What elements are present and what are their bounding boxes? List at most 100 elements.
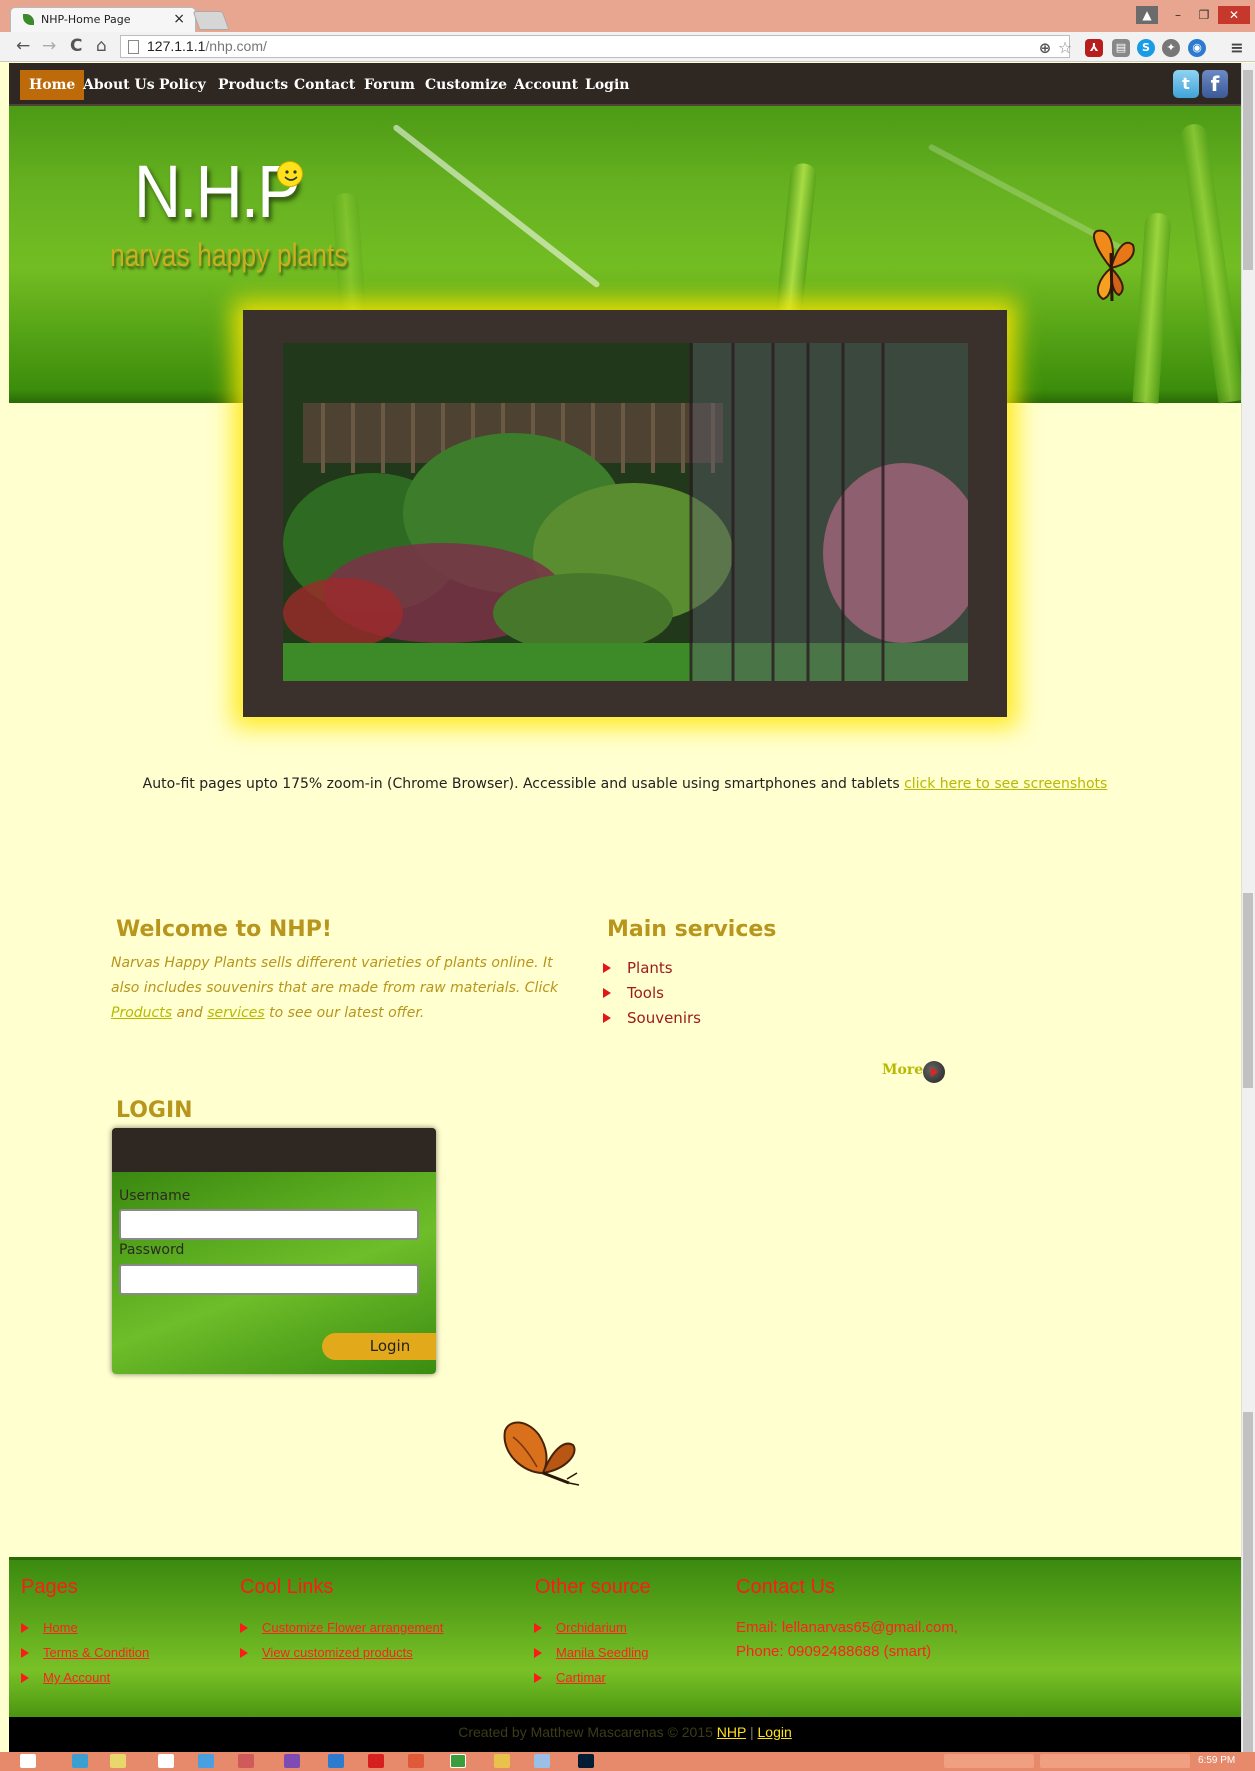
red-arrow-icon [240,1623,248,1633]
document-icon[interactable]: ▤ [1112,39,1130,57]
app-icon[interactable] [494,1754,510,1768]
system-tray[interactable] [1040,1754,1190,1768]
reload-icon[interactable]: C [70,36,82,56]
forward-arrow-icon[interactable]: → [42,36,56,56]
footer-link-customize[interactable]: Customize Flower arrangement [238,1615,443,1640]
footer-link-orchidarium[interactable]: Orchidarium [532,1615,649,1640]
zoom-icon[interactable]: ⊕ [1036,39,1054,57]
credits-text: Created by Matthew Mascarenas © 2015 [458,1724,717,1740]
footer-link-my-account[interactable]: My Account [19,1665,149,1690]
footer-pages-list: Home Terms & Condition My Account [19,1615,149,1690]
app-icon[interactable] [198,1754,214,1768]
red-arrow-icon [534,1623,542,1633]
url-host: 127.1.1.1 [147,38,206,54]
footer-link-manila-seedling[interactable]: Manila Seedling [532,1640,649,1665]
app-icon[interactable] [534,1754,550,1768]
photoshop-icon[interactable] [578,1754,594,1768]
clock: 6:59 PM [1198,1755,1236,1766]
puzzle-icon[interactable]: ✦ [1162,39,1180,57]
home-icon[interactable]: ⌂ [96,36,107,56]
maximize-button[interactable]: ❐ [1192,6,1216,24]
globe-icon[interactable]: ◉ [1188,39,1206,57]
tab-close-icon[interactable]: × [173,11,185,27]
scrollbar-thumb[interactable] [1243,893,1253,1088]
red-arrow-icon [603,963,611,973]
new-tab-button[interactable] [192,11,230,30]
back-arrow-icon[interactable]: ← [16,36,30,56]
products-link[interactable]: Products [111,1005,172,1021]
password-label: Password [119,1242,185,1258]
credits-separator: | [746,1724,758,1740]
menu-icon[interactable]: ≡ [1228,39,1246,57]
credits-login-link[interactable]: Login [758,1724,792,1740]
start-icon[interactable] [20,1754,36,1768]
contact-email: Email: lellanarvas65@gmail.com, [736,1619,958,1636]
service-item-tools[interactable]: Tools [603,981,701,1006]
footer-link-view-customized[interactable]: View customized products [238,1640,443,1665]
nav-forum[interactable]: Forum [355,70,424,100]
footer-link-label: Manila Seedling [556,1645,649,1660]
footer: Pages Home Terms & Condition My Account … [9,1557,1241,1717]
footer-heading-other-source: Other source [535,1576,651,1598]
nav-policy[interactable]: Policy [150,70,215,100]
red-arrow-icon [21,1623,29,1633]
page-icon [128,40,139,54]
pdf-icon[interactable]: ⅄ [1085,39,1103,57]
password-input[interactable] [119,1264,419,1295]
app-icon[interactable] [408,1754,424,1768]
services-link[interactable]: services [207,1005,264,1021]
footer-heading-contact: Contact Us [736,1576,835,1598]
nav-login[interactable]: Login [576,70,638,100]
garden-slide-image[interactable] [283,343,968,681]
minimize-button[interactable]: – [1166,6,1190,24]
opera-icon[interactable] [368,1754,384,1768]
folder-icon[interactable] [110,1754,126,1768]
scrollbar-thumb[interactable] [1243,1412,1253,1752]
services-list: Plants Tools Souvenirs [603,956,701,1031]
grass-streak [392,123,601,289]
nav-contact[interactable]: Contact [285,70,364,100]
more-arrow-icon[interactable] [923,1061,945,1083]
more-link[interactable]: More [882,1062,923,1078]
twitter-icon[interactable]: t [1173,70,1199,98]
scrollbar-thumb[interactable] [1243,70,1253,270]
footer-link-terms[interactable]: Terms & Condition [19,1640,149,1665]
username-input[interactable] [119,1209,419,1240]
footer-heading-pages: Pages [21,1576,78,1598]
paint-icon[interactable] [238,1754,254,1768]
service-item-plants[interactable]: Plants [603,956,701,981]
nav-customize[interactable]: Customize [416,70,516,100]
screenshots-link[interactable]: click here to see screenshots [904,776,1107,792]
leaf-favicon-icon [23,14,34,25]
home-app-icon[interactable] [158,1754,174,1768]
browser-toolbar: ← → C ⌂ 127.1.1.1/nhp.com/ ⊕ ☆ ⅄ ▤ S ✦ ◉… [0,32,1255,62]
address-bar[interactable]: 127.1.1.1/nhp.com/ [120,35,1070,58]
tray-icons[interactable] [944,1754,1034,1768]
close-window-button[interactable]: ✕ [1218,6,1250,24]
red-arrow-icon [534,1648,542,1658]
chrome-icon[interactable] [450,1754,466,1768]
app-icon[interactable] [284,1754,300,1768]
facebook-icon[interactable]: f [1202,70,1228,98]
browser-tab[interactable]: NHP-Home Page × [10,7,196,32]
welcome-heading: Welcome to NHP! [116,917,332,942]
internet-explorer-icon[interactable] [328,1754,344,1768]
login-form: Username Password Login [112,1128,436,1374]
zoom-info-text: Auto-fit pages upto 175% zoom-in (Chrome… [142,776,905,792]
bookmark-star-icon[interactable]: ☆ [1056,39,1074,57]
nav-account[interactable]: Account [505,70,587,100]
footer-link-cartimar[interactable]: Cartimar [532,1665,649,1690]
url-path: /nhp.com/ [205,38,267,54]
service-item-souvenirs[interactable]: Souvenirs [603,1006,701,1031]
credits-bar: Created by Matthew Mascarenas © 2015 NHP… [9,1717,1241,1752]
app-icon[interactable] [72,1754,88,1768]
login-form-header [112,1128,436,1172]
nav-products[interactable]: Products [209,70,297,100]
user-profile-icon[interactable]: ▲ [1136,6,1158,24]
login-button[interactable]: Login [322,1333,436,1360]
skype-icon[interactable]: S [1137,39,1155,57]
footer-link-home[interactable]: Home [19,1615,149,1640]
butterfly-icon [1081,223,1141,317]
credits-nhp-link[interactable]: NHP [717,1724,746,1740]
footer-link-label: Orchidarium [556,1620,627,1635]
